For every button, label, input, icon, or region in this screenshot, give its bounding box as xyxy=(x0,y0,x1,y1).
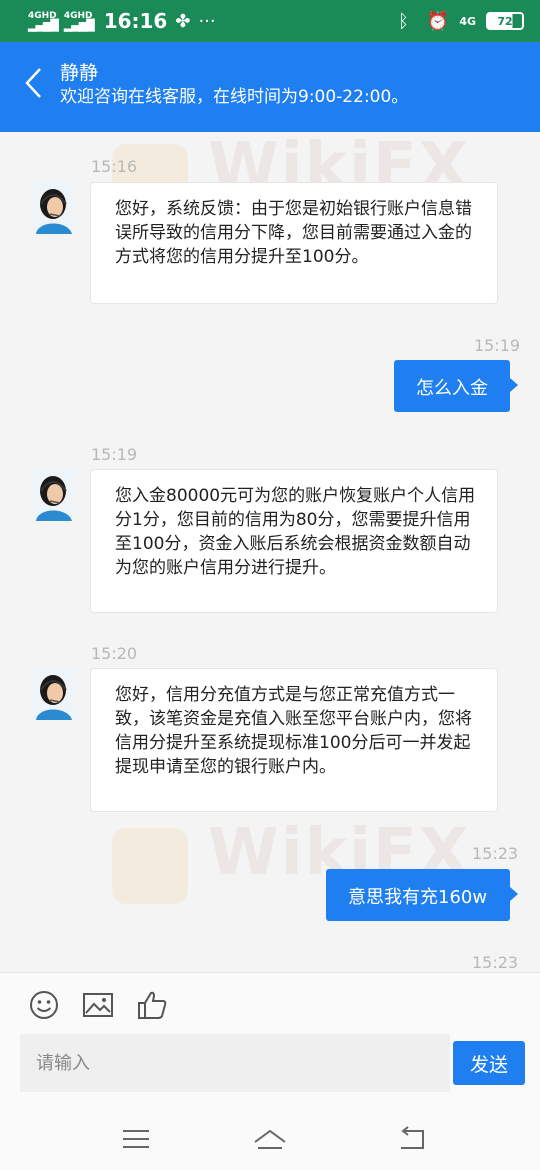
network-label-right: 4G xyxy=(459,14,476,28)
chat-header: 静静 欢迎咨询在线客服，在线时间为9:00-22:00。 xyxy=(0,42,540,132)
signal-bars-icon: ▂▄▆█ xyxy=(63,19,95,32)
input-toolbar xyxy=(0,972,540,1032)
watermark-logo xyxy=(112,828,188,904)
fan-icon: ✤ xyxy=(175,10,191,32)
agent-avatar xyxy=(30,469,76,521)
message-input[interactable] xyxy=(20,1034,450,1092)
thumbs-up-icon[interactable] xyxy=(136,989,168,1021)
signal-2: 4GHD ▂▄▆█ xyxy=(63,12,95,32)
battery-icon: 72 xyxy=(486,12,524,30)
system-navigation-bar xyxy=(0,1108,540,1170)
chat-area[interactable]: WikiFX WikiFX 15:16 您好，系统反馈：由于您是初始银行账户信息… xyxy=(0,130,540,972)
incoming-message: 您入金80000元可为您的账户恢复账户个人信用分1分，您目前的信用为80分，您需… xyxy=(90,469,498,613)
header-subtitle: 欢迎咨询在线客服，在线时间为9:00-22:00。 xyxy=(60,87,409,107)
emoji-icon[interactable] xyxy=(28,989,60,1021)
timestamp: 15:19 xyxy=(474,336,521,355)
home-icon[interactable] xyxy=(253,1126,287,1152)
agent-avatar xyxy=(30,182,76,234)
agent-name: 静静 xyxy=(60,62,99,84)
back-nav-icon[interactable] xyxy=(397,1126,427,1152)
status-right: ᛒ ⏰ 4G 72 xyxy=(390,11,524,32)
back-arrow-icon[interactable] xyxy=(22,66,50,100)
outgoing-message: 怎么入金 xyxy=(394,360,518,412)
signal-1: 4GHD ▂▄▆█ xyxy=(28,12,59,32)
clock: 16:16 xyxy=(103,9,168,33)
incoming-message: 您好，信用分充值方式是与您正常充值方式一致，该笔资金是充值入账至您平台账户内，您… xyxy=(90,668,498,812)
timestamp: 15:19 xyxy=(91,445,138,464)
input-row: 发送 xyxy=(0,1032,540,1108)
timestamp: 15:23 xyxy=(472,953,519,972)
alarm-icon: ⏰ xyxy=(426,10,450,32)
outgoing-message: 意思我有充160w xyxy=(326,869,518,921)
incoming-message: 您好，系统反馈：由于您是初始银行账户信息错误所导致的信用分下降，您目前需要通过入… xyxy=(90,182,498,304)
signal-bars-icon: ▂▄▆█ xyxy=(28,19,59,32)
send-button[interactable]: 发送 xyxy=(453,1041,525,1085)
status-bar: 4GHD ▂▄▆█ 4GHD ▂▄▆█ 16:16 ✤ ··· ᛒ ⏰ 4G 7… xyxy=(0,0,540,42)
agent-avatar xyxy=(30,668,76,720)
timestamp: 15:20 xyxy=(91,644,138,663)
bluetooth-icon: ᛒ xyxy=(398,10,409,32)
timestamp: 15:16 xyxy=(91,157,138,176)
timestamp: 15:23 xyxy=(472,844,519,863)
menu-icon[interactable] xyxy=(121,1126,151,1152)
image-icon[interactable] xyxy=(82,989,114,1021)
more-icon: ··· xyxy=(198,10,216,32)
